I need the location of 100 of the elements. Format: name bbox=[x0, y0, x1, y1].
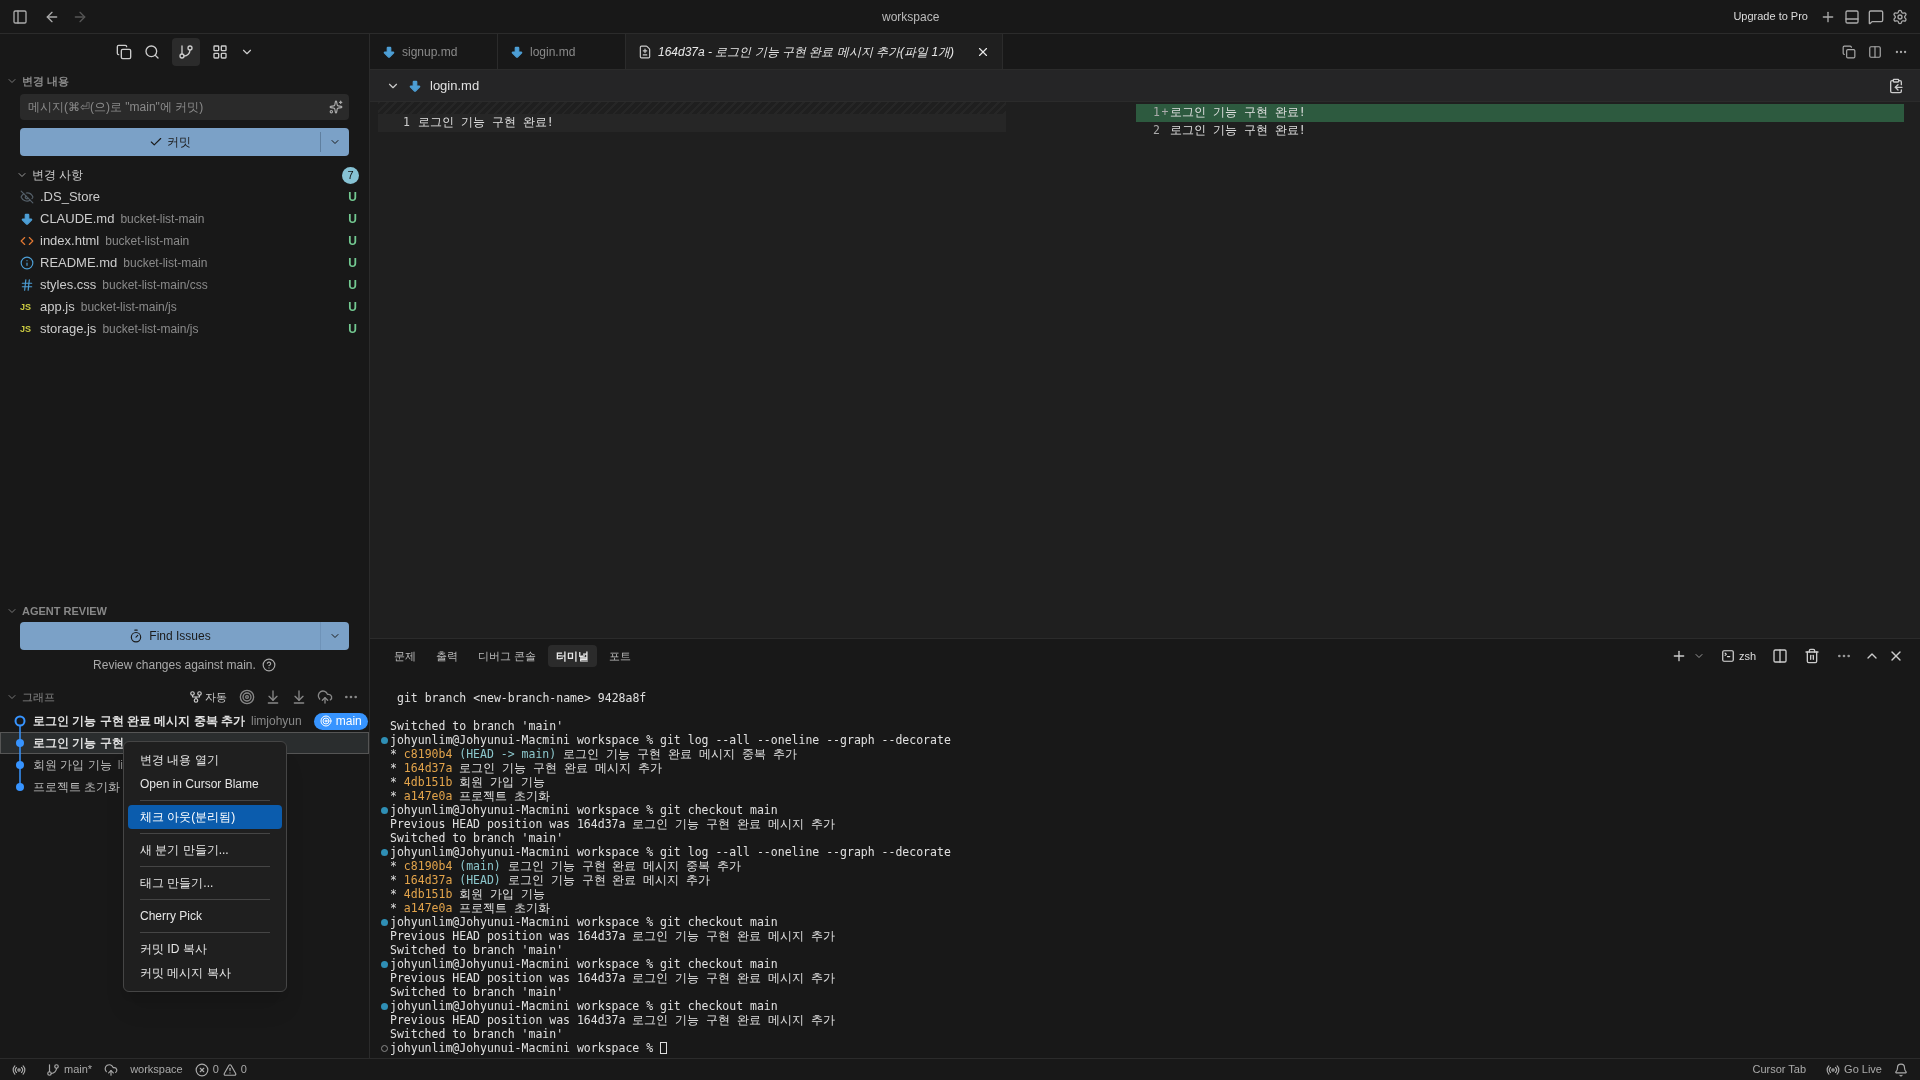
terminal-line: Switched to branch 'main' bbox=[390, 719, 564, 733]
changed-file-row[interactable]: styles.css bucket-list-main/css U bbox=[0, 274, 369, 296]
changed-file-row[interactable]: JS app.js bucket-list-main/js U bbox=[0, 296, 369, 318]
terminal-line: git branch <new-branch-name> 9428a8f bbox=[396, 691, 647, 705]
problems-button[interactable]: 0 0 bbox=[194, 1061, 247, 1078]
file-diff-icon bbox=[638, 44, 652, 59]
split-editor-icon[interactable] bbox=[1868, 44, 1882, 59]
terminal-line: johyunlim@Johyunui-Macmini workspace % git log --all --oneline --graph --decorate bbox=[390, 845, 951, 859]
terminal-line: * 4db151b 회원 가입 기능 bbox=[390, 887, 546, 901]
menu-item[interactable]: 새 분기 만들기... bbox=[128, 838, 282, 862]
remote-icon[interactable] bbox=[12, 1062, 26, 1077]
copy-icon[interactable] bbox=[1842, 44, 1856, 59]
file-name: styles.css bbox=[40, 276, 97, 295]
changed-file-row[interactable]: CLAUDE.md bucket-list-main U bbox=[0, 208, 369, 230]
section-title: AGENT REVIEW bbox=[22, 603, 107, 619]
settings-icon[interactable] bbox=[1892, 8, 1908, 25]
terminal-line: * 164d37a 로그인 기능 구현 완료 메시지 추가 bbox=[390, 761, 662, 775]
file-name: .DS_Store bbox=[40, 188, 100, 207]
file-path: bucket-list-main/js bbox=[80, 299, 177, 316]
extensions-icon[interactable] bbox=[211, 44, 228, 60]
panel-tab[interactable]: 터미널 bbox=[548, 645, 598, 667]
fetch-icon[interactable] bbox=[265, 689, 281, 705]
search-icon[interactable] bbox=[143, 44, 160, 60]
panel-toggle-icon[interactable] bbox=[1844, 8, 1860, 25]
eye-off-icon bbox=[20, 190, 34, 204]
changed-file-row[interactable]: .DS_Store U bbox=[0, 186, 369, 208]
menu-item[interactable]: Cherry Pick bbox=[128, 904, 282, 928]
terminal-line: * 4db151b 회원 가입 기능 bbox=[390, 775, 546, 789]
sparkle-icon bbox=[329, 100, 343, 114]
bell-icon[interactable] bbox=[1894, 1062, 1908, 1077]
sidebar-toggle-icon[interactable] bbox=[12, 8, 28, 25]
trash-icon[interactable] bbox=[1804, 648, 1820, 664]
section-title: 그래프 bbox=[22, 689, 56, 705]
cursor-tab-button[interactable]: Cursor Tab bbox=[1752, 1061, 1807, 1078]
file-name: storage.js bbox=[40, 320, 97, 339]
terminal-line: Switched to branch 'main' bbox=[390, 943, 564, 957]
status-letter: U bbox=[348, 299, 357, 316]
line-number: 2 bbox=[1152, 122, 1160, 140]
sparkle-button[interactable] bbox=[323, 94, 349, 120]
shell-button[interactable]: zsh bbox=[1720, 647, 1756, 665]
changed-file-row[interactable]: README.md bucket-list-main U bbox=[0, 252, 369, 274]
js-icon: JS bbox=[20, 302, 34, 312]
changed-file-row[interactable]: index.html bucket-list-main U bbox=[0, 230, 369, 252]
commit-message-field[interactable]: 메시지(⌘⏎(으)로 "main"에 커밋) bbox=[20, 94, 323, 120]
changed-file-row[interactable]: JS storage.js bucket-list-main/js U bbox=[0, 318, 369, 340]
file-path: bucket-list-main bbox=[120, 211, 205, 228]
panel-tab[interactable]: 문제 bbox=[386, 645, 424, 667]
sync-icon[interactable] bbox=[104, 1062, 119, 1077]
split-icon[interactable] bbox=[1772, 648, 1788, 664]
upgrade-button[interactable]: Upgrade to Pro bbox=[1733, 8, 1808, 25]
chat-icon[interactable] bbox=[1868, 8, 1884, 25]
status-letter: U bbox=[348, 255, 357, 272]
arrow-icon bbox=[382, 44, 396, 59]
hash-icon bbox=[20, 278, 34, 292]
commit-author: li bbox=[117, 757, 123, 774]
file-path: bucket-list-main bbox=[123, 255, 208, 272]
menu-item[interactable]: 커밋 메시지 복사 bbox=[128, 961, 282, 985]
menu-item[interactable]: 태그 만들기... bbox=[128, 871, 282, 895]
terminal-line: johyunlim@Johyunui-Macmini workspace % git checkout main bbox=[390, 803, 778, 817]
editor-tab[interactable]: 164d37a - 로그인 기능 구현 완료 메시지 추가(파일 1개) bbox=[626, 34, 1004, 69]
auto-button[interactable]: 자동 bbox=[189, 688, 227, 706]
window-title: workspace bbox=[882, 8, 940, 26]
terminal-line: Previous HEAD position was 164d37a 로그인 기능 구현 완료 메시지 추가 bbox=[390, 971, 835, 985]
diff-file-name: login.md bbox=[430, 76, 481, 95]
branch-badge: main bbox=[313, 712, 368, 730]
terminal-line: * 164d37a (HEAD) 로그인 기능 구현 완료 메시지 추가 bbox=[390, 873, 711, 887]
count-badge: 7 bbox=[342, 166, 359, 184]
pull-icon[interactable] bbox=[291, 689, 307, 705]
terminal-line: Previous HEAD position was 164d37a 로그인 기능 구현 완료 메시지 추가 bbox=[390, 817, 835, 831]
menu-item[interactable]: 체크 아웃(분리됨) bbox=[128, 805, 282, 829]
source-control-tab[interactable] bbox=[171, 38, 200, 66]
terminal-line: * c8190b4 (HEAD -> main) 로그인 기능 구현 완료 메시지 중복 추가 bbox=[390, 747, 797, 761]
timer-icon bbox=[129, 629, 144, 643]
terminal-line: * a147e0a 프로젝트 초기화 bbox=[390, 901, 551, 915]
help-icon[interactable] bbox=[261, 658, 276, 672]
editor-tab[interactable]: signup.md bbox=[370, 34, 498, 69]
branch-icon bbox=[46, 1062, 60, 1077]
file-name: README.md bbox=[40, 254, 118, 273]
arrow-icon bbox=[20, 212, 34, 226]
branch-icon bbox=[177, 44, 194, 60]
arrow-icon bbox=[408, 78, 422, 93]
menu-item[interactable]: 커밋 ID 복사 bbox=[128, 937, 282, 961]
terminal-line: * c8190b4 (main) 로그인 기능 구현 완료 메시지 중복 추가 bbox=[390, 859, 742, 873]
commit-message: 로그인 기능 구현 bbox=[33, 735, 124, 752]
go-live-button[interactable]: Go Live bbox=[1826, 1061, 1882, 1078]
status-letter: U bbox=[348, 277, 357, 294]
status-letter: U bbox=[348, 233, 357, 250]
panel-tab[interactable]: 출력 bbox=[428, 645, 466, 667]
target-icon[interactable] bbox=[239, 689, 255, 705]
code-text: 로그인 기능 구현 완료! bbox=[1170, 104, 1306, 122]
clipboard-icon[interactable] bbox=[1888, 77, 1904, 94]
commit-author: limjohyun bbox=[251, 713, 302, 730]
panel-tab[interactable]: 포트 bbox=[601, 645, 640, 667]
status-letter: U bbox=[348, 189, 357, 206]
terminal-line: Switched to branch 'main' bbox=[390, 831, 564, 845]
js-icon: JS bbox=[20, 324, 34, 334]
branch-button[interactable]: main* bbox=[46, 1061, 93, 1078]
cloud-upload-icon[interactable] bbox=[317, 689, 333, 705]
panel-tab[interactable]: 디버그 콘솔 bbox=[470, 645, 545, 667]
files-icon[interactable] bbox=[115, 44, 132, 60]
